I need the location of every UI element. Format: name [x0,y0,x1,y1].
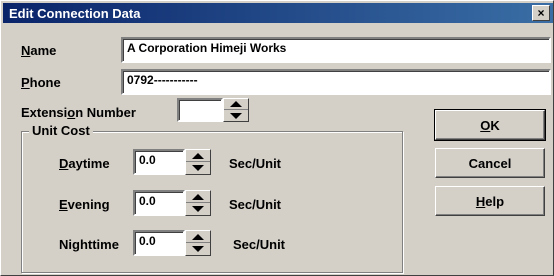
daytime-label: Daytime [59,156,110,171]
nighttime-value: 0.0 [139,234,156,248]
spin-up-arrow-icon[interactable] [186,231,210,243]
daytime-spinner[interactable] [185,149,211,175]
cancel-button[interactable]: Cancel [435,148,545,178]
daytime-input[interactable]: 0.0 [133,149,185,175]
edit-connection-dialog: Edit Connection Data × Name A Corporatio… [0,0,554,276]
evening-label: Evening [59,197,110,212]
spin-up-arrow-icon[interactable] [224,99,248,110]
spin-up-arrow-icon[interactable] [186,191,210,203]
close-button[interactable]: × [532,5,550,21]
extension-spinner[interactable] [223,98,249,122]
window-title: Edit Connection Data [9,6,141,21]
nighttime-label: Nighttime [59,237,119,252]
name-input[interactable]: A Corporation Himeji Works [121,37,551,63]
daytime-unit-label: Sec/Unit [229,156,282,171]
close-icon: × [537,6,545,20]
spin-up-arrow-icon[interactable] [186,150,210,162]
ok-button[interactable]: OK [434,109,546,141]
name-label: Name [21,43,57,58]
name-value: A Corporation Himeji Works [127,41,287,55]
nighttime-unit-label: Sec/Unit [233,237,286,252]
title-bar[interactable]: Edit Connection Data × [3,3,553,23]
nighttime-input[interactable]: 0.0 [133,230,185,256]
evening-spinner[interactable] [185,190,211,216]
cancel-button-label: Cancel [468,155,512,171]
spin-down-arrow-icon[interactable] [186,162,210,174]
phone-value: 0792----------- [127,73,198,87]
spin-down-arrow-icon[interactable] [224,110,248,121]
unit-cost-group-label: Unit Cost [29,123,93,138]
spin-down-arrow-icon[interactable] [186,243,210,255]
nighttime-spinner[interactable] [185,230,211,256]
phone-input[interactable]: 0792----------- [121,69,551,95]
daytime-value: 0.0 [139,153,156,167]
extension-input[interactable] [177,98,223,122]
extension-label: Extension Number [21,105,136,120]
help-button[interactable]: Help [435,186,545,216]
spin-down-arrow-icon[interactable] [186,203,210,215]
ok-button-label: OK [480,117,500,133]
evening-unit-label: Sec/Unit [229,197,282,212]
evening-input[interactable]: 0.0 [133,190,185,216]
evening-value: 0.0 [139,194,156,208]
phone-label: Phone [21,75,61,90]
help-button-label: Help [475,193,505,209]
